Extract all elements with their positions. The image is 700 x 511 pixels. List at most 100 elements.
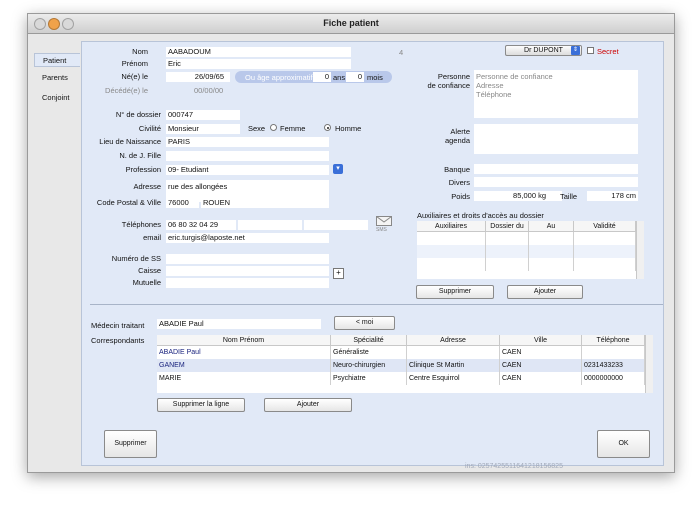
- taille-label: Taille: [560, 192, 578, 201]
- email-label: email: [143, 233, 161, 242]
- profession-label: Profession: [125, 165, 161, 174]
- poids-field[interactable]: 85,000 kg: [474, 191, 562, 201]
- corr-col-nom: Nom Prénom: [157, 335, 331, 346]
- ss-label: Numéro de SS: [111, 254, 161, 263]
- corr-cell: 0231433233: [581, 359, 645, 372]
- corr-col-ville: Ville: [499, 335, 582, 346]
- plus-icon[interactable]: +: [333, 268, 344, 279]
- naissance-field[interactable]: 26/09/65: [166, 72, 230, 82]
- correspondants-table[interactable]: Nom Prénom Spécialité Adresse Ville Télé…: [157, 335, 653, 393]
- aux-supprimer-button[interactable]: Supprimer: [416, 285, 494, 299]
- table-row[interactable]: GANEM Neuro-chirurgien Clinique St Marti…: [157, 359, 645, 372]
- corr-cell: GANEM: [157, 359, 331, 372]
- window-title: Fiche patient: [323, 18, 379, 28]
- sms-label: SMS: [376, 227, 387, 233]
- aux-col-dossier-du: Dossier du: [485, 221, 529, 232]
- age-months-field[interactable]: 0: [346, 72, 364, 82]
- corr-scrollbar[interactable]: [645, 335, 653, 393]
- fille-field[interactable]: [166, 151, 329, 161]
- corr-cell: [581, 345, 645, 359]
- mois-label: mois: [367, 73, 383, 82]
- patient-window: Fiche patient Patient Parents Conjoint N…: [27, 13, 675, 473]
- corr-col-adresse: Adresse: [406, 335, 500, 346]
- ans-label: ans: [333, 73, 346, 82]
- ville-field[interactable]: ROUEN: [201, 198, 329, 208]
- section-divider: [90, 304, 663, 305]
- confiance-field[interactable]: Personne de confiance Adresse Téléphone: [474, 70, 638, 118]
- dossier-label: N° de dossier: [115, 110, 161, 119]
- auxiliaires-table[interactable]: Auxiliaires Dossier du Au Validité: [417, 221, 644, 279]
- mutuelle-field[interactable]: [166, 278, 329, 288]
- caisse-label: Caisse: [138, 266, 161, 275]
- civilite-field[interactable]: Monsieur: [166, 124, 240, 134]
- deces-field[interactable]: 00/00/00: [194, 86, 223, 95]
- confiance-line-1: Personne de confiance: [476, 72, 553, 81]
- confiance-label-2: de confiance: [427, 81, 470, 90]
- poids-label: Poids: [451, 192, 470, 201]
- telephone-3-field[interactable]: [304, 220, 368, 230]
- lieu-label: Lieu de Naissance: [99, 137, 161, 146]
- lieu-field[interactable]: PARIS: [166, 137, 329, 147]
- zoom-button[interactable]: [62, 18, 74, 30]
- corr-cell: Clinique St Martin: [406, 359, 500, 372]
- femme-radio[interactable]: [270, 124, 277, 131]
- table-row[interactable]: ABADIE Paul Généraliste CAEN: [157, 345, 645, 359]
- homme-label: Homme: [335, 124, 362, 133]
- aux-scrollbar[interactable]: [636, 221, 644, 279]
- sexe-label: Sexe: [248, 124, 266, 133]
- corr-col-telephone: Téléphone: [581, 335, 645, 346]
- corr-cell: [406, 345, 500, 359]
- medecin-field[interactable]: ABADIE Paul: [157, 319, 321, 329]
- ajouter-correspondant-button[interactable]: Ajouter: [264, 398, 352, 412]
- adresse-label: Adresse: [133, 182, 161, 191]
- moi-button[interactable]: < moi: [334, 316, 395, 330]
- secret-checkbox[interactable]: [587, 47, 594, 54]
- minimize-button[interactable]: [48, 18, 60, 30]
- fille-label: N. de J. Fille: [119, 151, 161, 160]
- email-field[interactable]: eric.turgis@laposte.net: [166, 233, 329, 243]
- tab-conjoint[interactable]: Conjoint: [34, 91, 80, 105]
- tab-patient[interactable]: Patient: [34, 53, 80, 67]
- alerte-field[interactable]: [474, 124, 638, 154]
- aux-ajouter-button[interactable]: Ajouter: [507, 285, 583, 299]
- ss-field[interactable]: [166, 254, 329, 264]
- doctor-select[interactable]: Dr DUPONT ⇕: [505, 45, 582, 56]
- profession-field[interactable]: 09- Etudiant: [166, 165, 329, 175]
- taille-field[interactable]: 178 cm: [587, 191, 638, 201]
- telephone-2-field[interactable]: [238, 220, 302, 230]
- deces-label: Décédé(e) le: [105, 86, 148, 95]
- confiance-line-3: Téléphone: [476, 90, 512, 99]
- alerte-label-2: agenda: [444, 136, 470, 145]
- homme-radio[interactable]: [324, 124, 331, 131]
- corr-cell: Centre Esquirrol: [406, 372, 500, 385]
- aux-col-auxiliaires: Auxiliaires: [417, 221, 486, 232]
- supprimer-patient-button[interactable]: Supprimer: [104, 430, 157, 458]
- banque-field[interactable]: [474, 164, 638, 174]
- alerte-label-1: Alerte: [450, 127, 470, 136]
- divers-field[interactable]: [474, 177, 638, 187]
- ok-button[interactable]: OK: [597, 430, 650, 458]
- ins-number: ins: 0257425511641218156825: [465, 463, 563, 470]
- corr-cell: 0000000000: [581, 372, 645, 385]
- aux-col-au: Au: [528, 221, 574, 232]
- close-button[interactable]: [34, 18, 46, 30]
- supprimer-ligne-button[interactable]: Supprimer la ligne: [157, 398, 245, 412]
- dossier-field[interactable]: 000747: [166, 110, 240, 120]
- nom-field[interactable]: AABADOUM: [166, 47, 351, 57]
- updown-icon: ⇕: [571, 46, 580, 55]
- chevron-down-icon[interactable]: ▾: [333, 164, 343, 174]
- code-postal-field[interactable]: 76000: [166, 198, 199, 208]
- age-years-field[interactable]: 0: [313, 72, 331, 82]
- telephones-label: Téléphones: [121, 220, 161, 229]
- mutuelle-label: Mutuelle: [132, 278, 161, 287]
- table-row[interactable]: MARIE Psychiatre Centre Esquirrol CAEN 0…: [157, 372, 645, 385]
- prenom-label: Prénom: [121, 59, 148, 68]
- prenom-field[interactable]: Eric: [166, 59, 351, 69]
- telephone-1-field[interactable]: 06 80 32 04 29: [166, 220, 236, 230]
- civilite-label: Civilité: [138, 124, 161, 133]
- record-counter: 4: [399, 48, 404, 57]
- aux-col-validite: Validité: [573, 221, 636, 232]
- corr-cell: CAEN: [499, 345, 582, 359]
- tab-parents[interactable]: Parents: [34, 71, 80, 85]
- caisse-field[interactable]: [166, 266, 329, 276]
